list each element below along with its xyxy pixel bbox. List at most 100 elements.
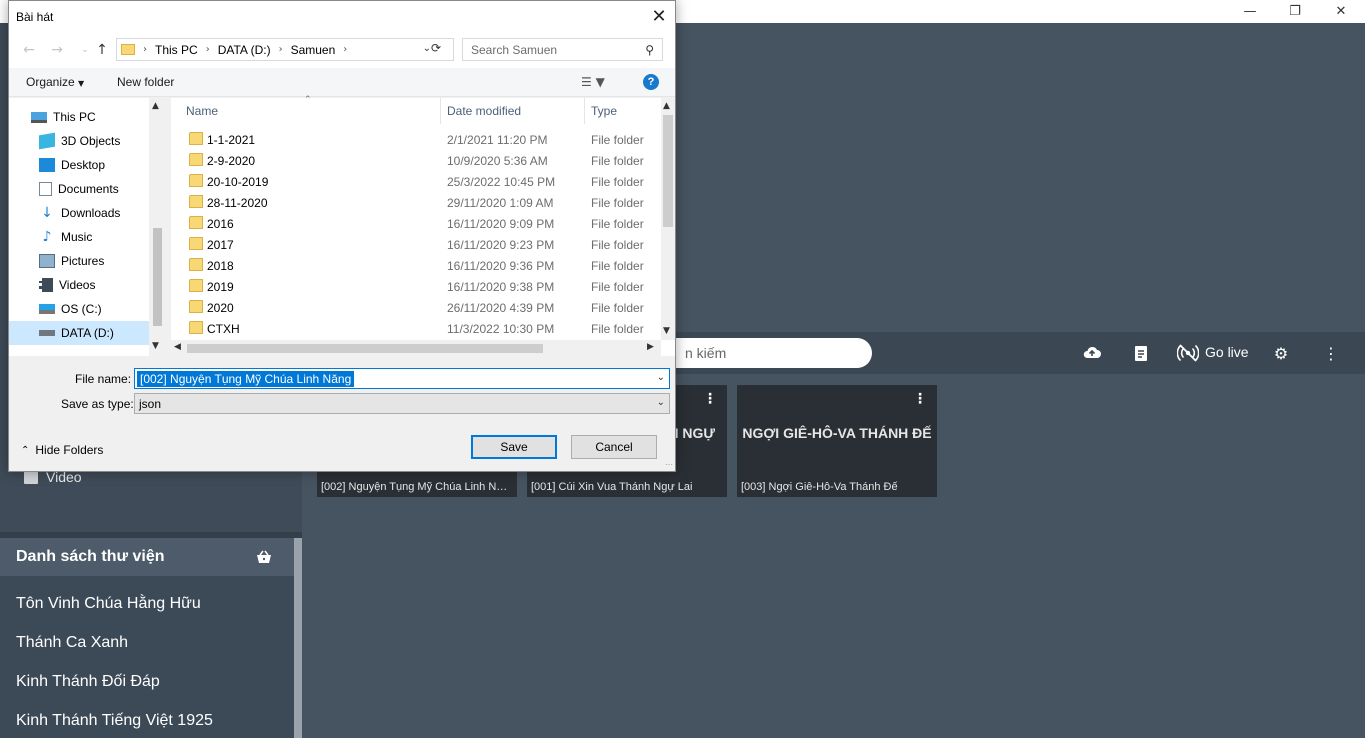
breadcrumb-item[interactable]: Samuen — [291, 43, 336, 57]
nav-item-music[interactable]: ♪ Music — [9, 225, 149, 249]
card-menu-icon[interactable]: ⋮ — [913, 391, 927, 407]
file-row[interactable]: 1-1-2021 2/1/2021 11:20 PM File folder — [171, 129, 661, 150]
go-live-label[interactable]: Go live — [1205, 344, 1249, 360]
library-item[interactable]: Kinh Thánh Đối Đáp — [0, 662, 294, 701]
column-name[interactable]: ⌃ Name — [171, 95, 441, 124]
nav-item-pictures[interactable]: Pictures — [9, 249, 149, 273]
scroll-up-icon[interactable]: ▲ — [152, 101, 159, 111]
hide-folders-button[interactable]: ⌃ Hide Folders — [21, 443, 103, 457]
file-row[interactable]: 2018 16/11/2020 9:36 PM File folder — [171, 255, 661, 276]
file-scroll-thumb[interactable] — [663, 115, 673, 227]
basket-icon[interactable] — [256, 549, 272, 565]
breadcrumb-item[interactable]: This PC — [155, 43, 198, 57]
drive-os-icon — [39, 304, 55, 314]
new-folder-button[interactable]: New folder — [117, 75, 174, 89]
file-row[interactable]: 2-9-2020 10/9/2020 5:36 AM File folder — [171, 150, 661, 171]
dialog-close-icon[interactable]: ✕ — [643, 1, 675, 32]
folder-search-input[interactable]: Search Samuen ⚲ — [462, 38, 663, 61]
file-date: 16/11/2020 9:23 PM — [447, 238, 555, 252]
file-name-input[interactable]: [002] Nguyện Tụng Mỹ Chúa Linh Năng ⌄ — [134, 368, 670, 389]
save-dialog: Bài hát ✕ ← → ⌄ ↑ › This PC › DATA (D:) … — [8, 0, 676, 472]
nav-item-videos[interactable]: Videos — [9, 273, 149, 297]
file-name: 2016 — [207, 217, 234, 231]
organize-button[interactable]: Organize ▼ — [26, 75, 84, 89]
file-name: 2-9-2020 — [207, 154, 256, 168]
cancel-button[interactable]: Cancel — [571, 435, 657, 459]
file-row[interactable]: 2020 26/11/2020 4:39 PM File folder — [171, 297, 661, 318]
help-icon[interactable]: ? — [643, 74, 659, 90]
close-app-button[interactable]: ✕ — [1318, 0, 1364, 23]
library-item[interactable]: Tôn Vinh Chúa Hằng Hữu — [0, 584, 294, 623]
nav-item-this-pc[interactable]: This PC — [9, 105, 149, 129]
more-vert-icon[interactable]: ⋮ — [1321, 343, 1341, 363]
file-type: File folder — [591, 175, 644, 189]
file-row[interactable]: 2016 16/11/2020 9:09 PM File folder — [171, 213, 661, 234]
scroll-up-icon[interactable]: ▲ — [663, 101, 670, 111]
up-arrow-icon[interactable]: ↑ — [93, 41, 111, 59]
file-date: 26/11/2020 4:39 PM — [447, 301, 555, 315]
nav-item-3d-objects[interactable]: 3D Objects — [9, 129, 149, 153]
view-options-icon[interactable]: ☰ ▼ — [581, 75, 605, 89]
card-menu-icon[interactable]: ⋮ — [703, 391, 717, 407]
file-date: 11/3/2022 10:30 PM — [447, 322, 555, 336]
nav-item-desktop[interactable]: Desktop — [9, 153, 149, 177]
sidebar-scrollbar[interactable] — [294, 538, 302, 738]
save-button[interactable]: Save — [471, 435, 557, 459]
library-item[interactable]: Thánh Ca Xanh — [0, 623, 294, 662]
nav-item-data-d[interactable]: DATA (D:) — [9, 321, 149, 345]
file-date: 25/3/2022 10:45 PM — [447, 175, 556, 189]
forward-arrow-icon[interactable]: → — [48, 41, 66, 59]
nav-item-downloads[interactable]: ↓ Downloads — [9, 201, 149, 225]
minimize-button[interactable]: — — [1227, 0, 1273, 23]
recent-dropdown-icon[interactable]: ⌄ — [76, 41, 94, 59]
file-type: File folder — [591, 259, 644, 273]
scroll-down-icon[interactable]: ▼ — [152, 341, 159, 351]
card-caption: [001] Cúi Xin Vua Thánh Ngự Lai — [531, 481, 693, 493]
library-header-title: Danh sách thư viện — [16, 548, 165, 565]
file-row[interactable]: 28-11-2020 29/11/2020 1:09 AM File folder — [171, 192, 661, 213]
song-card[interactable]: ⋮ NGỢI GIÊ-HÔ-VA THÁNH ĐẾ [003] Ngợi Giê… — [737, 385, 937, 497]
folder-icon — [189, 300, 203, 313]
scroll-right-icon[interactable]: ▶ — [647, 342, 654, 352]
file-vertical-scrollbar[interactable]: ▲ ▼ — [661, 98, 675, 340]
column-type[interactable]: Type — [585, 98, 661, 124]
address-bar[interactable]: › This PC › DATA (D:) › Samuen › ⌄ — [116, 38, 454, 61]
add-playlist-icon[interactable] — [1131, 343, 1151, 363]
save-type-select[interactable]: json ⌄ — [134, 393, 670, 414]
cube-icon — [39, 132, 55, 150]
cloud-upload-icon[interactable] — [1082, 343, 1102, 363]
nav-scroll-thumb[interactable] — [153, 228, 162, 326]
file-row[interactable]: CTXH 11/3/2022 10:30 PM File folder — [171, 318, 661, 339]
file-type: File folder — [591, 133, 644, 147]
restore-button[interactable]: ❐ — [1272, 0, 1318, 23]
scroll-down-icon[interactable]: ▼ — [663, 326, 670, 336]
go-live-icon[interactable] — [1177, 342, 1199, 364]
file-row[interactable]: 2017 16/11/2020 9:23 PM File folder — [171, 234, 661, 255]
file-name: 28-11-2020 — [207, 196, 268, 210]
file-type: File folder — [591, 238, 644, 252]
search-icon: ⚲ — [645, 43, 654, 57]
file-name-dropdown-icon[interactable]: ⌄ — [657, 372, 665, 383]
library-item[interactable]: Kinh Thánh Tiếng Việt 1925 — [0, 701, 294, 738]
file-hscroll-thumb[interactable] — [187, 344, 543, 353]
settings-gear-icon[interactable]: ⚙ — [1271, 343, 1291, 363]
refresh-icon[interactable]: ⟳ — [431, 41, 445, 55]
file-horizontal-scrollbar[interactable]: ◀ ▶ — [171, 340, 661, 356]
nav-scrollbar[interactable]: ▲ ▼ — [149, 98, 166, 356]
resize-grip-icon[interactable]: ⋯ — [665, 460, 673, 469]
file-list: ⌃ Name Date modified Type 1-1-2021 2/1/20… — [171, 95, 675, 356]
file-name-label: File name: — [75, 372, 132, 386]
file-row[interactable]: 2019 16/11/2020 9:38 PM File folder — [171, 276, 661, 297]
back-arrow-icon[interactable]: ← — [20, 41, 38, 59]
file-date: 2/1/2021 11:20 PM — [447, 133, 548, 147]
nav-item-documents[interactable]: Documents — [9, 177, 149, 201]
scroll-left-icon[interactable]: ◀ — [174, 342, 181, 352]
breadcrumb-item[interactable]: DATA (D:) — [218, 43, 271, 57]
nav-item-os-c[interactable]: OS (C:) — [9, 297, 149, 321]
file-type: File folder — [591, 196, 644, 210]
save-type-dropdown-icon[interactable]: ⌄ — [657, 397, 665, 408]
address-dropdown-icon[interactable]: ⌄ — [423, 43, 431, 54]
folder-icon — [189, 174, 203, 187]
column-date-modified[interactable]: Date modified — [441, 98, 585, 124]
file-row[interactable]: 20-10-2019 25/3/2022 10:45 PM File folder — [171, 171, 661, 192]
